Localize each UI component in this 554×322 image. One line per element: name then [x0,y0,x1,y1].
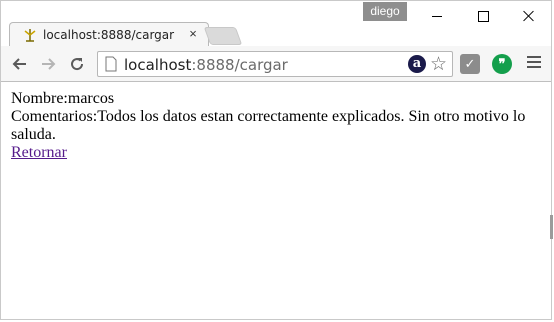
forward-arrow-icon [42,58,56,70]
tab-close-button[interactable]: × [186,26,200,41]
star-icon[interactable]: ☆ [430,53,447,76]
reload-icon [71,58,84,71]
title-bar: diego localhost:8888/cargar × [1,1,551,47]
tab-favicon-icon [24,29,36,42]
minimize-icon [432,15,442,17]
amazon-extension-icon[interactable]: a [408,55,426,73]
profile-badge[interactable]: diego [363,2,407,21]
url-host: localhost [124,56,192,74]
comentarios-text: Comentarios:Todos los datos estan correc… [11,108,526,143]
back-button[interactable] [9,53,31,75]
address-bar[interactable]: localhost:8888/cargar a ☆ [97,51,453,77]
page-content: Nombre:marcos Comentarios:Todos los dato… [11,90,536,162]
url-text[interactable]: localhost:8888/cargar [124,56,288,74]
check-extension-icon[interactable]: ✓ [460,54,480,74]
close-window-button[interactable] [506,1,552,31]
maximize-icon [477,10,489,22]
new-tab-button[interactable] [203,27,243,45]
minimize-button[interactable] [414,1,460,31]
page-icon [105,56,117,72]
nombre-text: Nombre:marcos [11,90,115,107]
close-icon [523,10,535,22]
retornar-link[interactable]: Retornar [11,144,67,161]
maximize-button[interactable] [460,1,506,31]
browser-window: diego localhost:8888/cargar × localhost:… [0,0,553,320]
active-tab[interactable]: localhost:8888/cargar × [9,22,209,47]
toolbar: localhost:8888/cargar a ☆ ✓ ❞ [1,46,551,82]
tab-title: localhost:8888/cargar [43,28,175,42]
reload-button[interactable] [66,53,88,75]
forward-button[interactable] [37,53,59,75]
scrollbar-edge [550,215,553,239]
back-arrow-icon [12,58,26,70]
menu-icon[interactable] [527,56,541,70]
hangouts-icon[interactable]: ❞ [492,54,512,74]
url-path: :8888/cargar [191,56,288,74]
